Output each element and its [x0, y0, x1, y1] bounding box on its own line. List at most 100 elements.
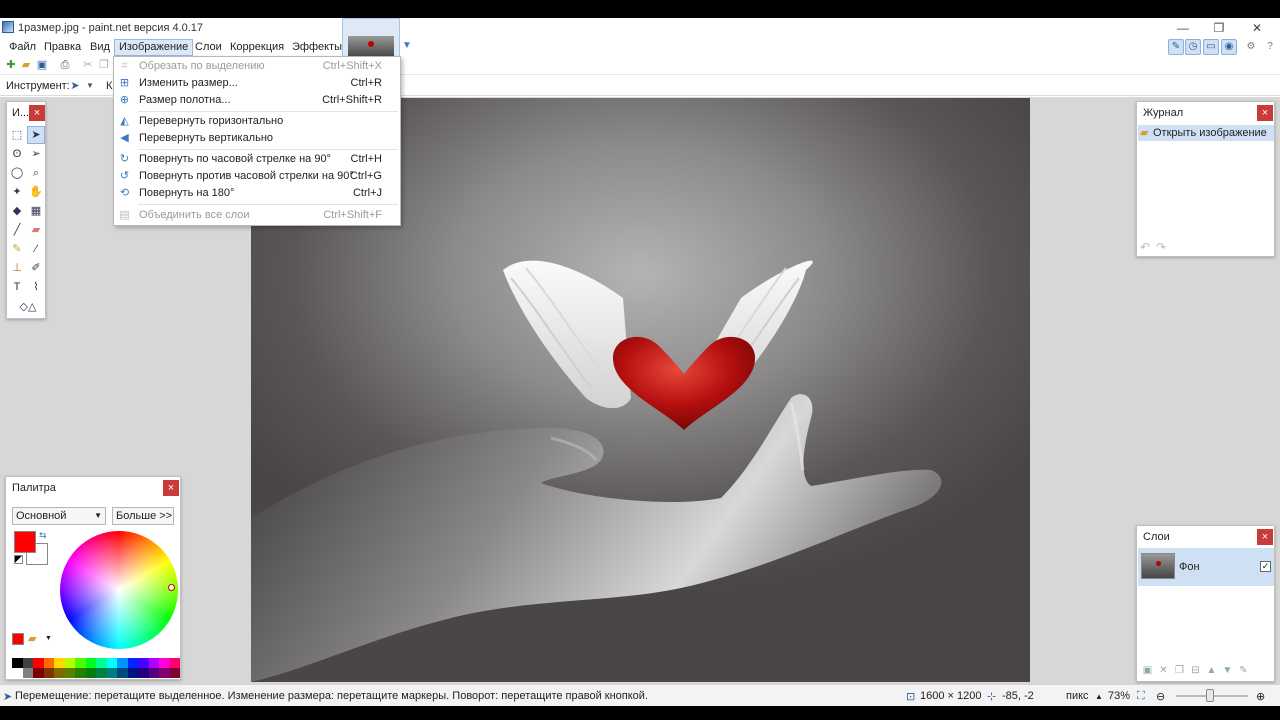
move-selection-tool-icon[interactable]: ➤	[68, 79, 82, 93]
history-window-icon[interactable]: ◷	[1185, 39, 1201, 55]
menu-item-flatten[interactable]: ▤ Объединить все слои Ctrl+Shift+F	[114, 207, 400, 224]
menu-effects[interactable]: Эффекты	[288, 39, 346, 56]
menu-item-rotate-cw[interactable]: ↻ Повернуть по часовой стрелке на 90° Ct…	[114, 151, 400, 168]
resize-icon: ⊞	[119, 77, 130, 89]
color-swatch-strip[interactable]	[12, 658, 180, 678]
paint-net-window: 1размер.jpg - paint.net версия 4.0.17 — …	[0, 18, 1280, 706]
add-layer-icon[interactable]: ▣	[1141, 664, 1154, 677]
zoom-level[interactable]: 73%	[1108, 690, 1130, 702]
tools-panel-close-icon[interactable]: ×	[29, 105, 45, 121]
move-selection-tool-icon[interactable]: ➢	[27, 145, 45, 163]
color-wheel[interactable]	[60, 531, 178, 649]
pencil-tool-icon[interactable]: ✎	[8, 240, 26, 258]
history-item[interactable]: ▰ Открыть изображение	[1138, 125, 1274, 141]
menu-separator	[138, 111, 398, 112]
recolor-tool-icon[interactable]: ✐	[27, 259, 45, 277]
shapes-tool-icon[interactable]: ◇△	[16, 298, 40, 316]
merge-layer-icon[interactable]: ⊟	[1189, 664, 1202, 677]
clone-stamp-tool-icon[interactable]: ⊥	[8, 259, 26, 277]
menu-item-canvas-size[interactable]: ⊕ Размер полотна... Ctrl+Shift+R	[114, 92, 400, 109]
primary-color-swatch[interactable]	[14, 531, 36, 553]
move-selected-tool-icon[interactable]: ➤	[27, 126, 45, 144]
zoom-to-window-icon[interactable]: ⛶	[1137, 690, 1145, 703]
primary-color-mini-icon[interactable]	[12, 633, 24, 645]
palette-menu-icon[interactable]: ▰	[28, 632, 36, 645]
lasso-tool-icon[interactable]: ʘ	[8, 145, 26, 163]
help-icon[interactable]: ?	[1262, 39, 1278, 55]
menu-view[interactable]: Вид	[86, 39, 114, 56]
cut-icon[interactable]: ✂	[81, 58, 95, 72]
menu-item-label: Размер полотна...	[139, 94, 231, 106]
menu-file[interactable]: Файл	[5, 39, 40, 56]
layers-panel-close-icon[interactable]: ×	[1257, 529, 1273, 545]
reset-colors-icon[interactable]	[14, 555, 23, 564]
move-layer-up-icon[interactable]: ▲	[1205, 664, 1218, 677]
menu-image[interactable]: Изображение	[114, 39, 194, 56]
open-file-icon[interactable]: ▰	[19, 58, 33, 72]
zoom-slider-thumb[interactable]	[1206, 689, 1214, 702]
layer-row[interactable]: Фон ✓	[1138, 548, 1274, 586]
menu-item-label: Обрезать по выделению	[139, 60, 265, 72]
menu-adjustments[interactable]: Коррекция	[226, 39, 288, 56]
swap-colors-icon[interactable]: ⇆	[39, 530, 47, 541]
menu-item-flip-vertical[interactable]: ◀ Перевернуть вертикально	[114, 130, 400, 147]
settings-gear-icon[interactable]: ⚙	[1243, 39, 1259, 55]
layer-visibility-checkbox[interactable]: ✓	[1260, 561, 1271, 572]
menu-item-flip-horizontal[interactable]: ◭ Перевернуть горизонтально	[114, 113, 400, 130]
menu-item-crop-to-selection[interactable]: ⌗ Обрезать по выделению Ctrl+Shift+X	[114, 58, 400, 75]
colors-window-icon[interactable]: ◉	[1221, 39, 1237, 55]
redo-icon[interactable]: ↷	[1156, 240, 1166, 254]
menu-item-rotate-ccw[interactable]: ↺ Повернуть против часовой стрелки на 90…	[114, 168, 400, 185]
rectangle-select-tool-icon[interactable]: ⬚	[8, 126, 26, 144]
close-button[interactable]: ✕	[1238, 18, 1276, 38]
zoom-out-icon[interactable]: ⊖	[1156, 690, 1165, 703]
text-tool-icon[interactable]: T	[8, 278, 26, 296]
line-curve-tool-icon[interactable]: ⌇	[27, 278, 45, 296]
palette-panel-title: Палитра	[12, 482, 56, 494]
history-panel-close-icon[interactable]: ×	[1257, 105, 1273, 121]
history-item-label: Открыть изображение	[1153, 127, 1267, 139]
save-icon[interactable]: ▣	[35, 58, 49, 72]
undo-icon[interactable]: ↶	[1140, 240, 1150, 254]
palette-mode-select[interactable]: Основной ▼	[12, 507, 106, 525]
print-icon[interactable]: ⎙	[58, 58, 72, 72]
menu-edit[interactable]: Правка	[40, 39, 85, 56]
tool-dropdown-chevron-icon[interactable]: ▼	[83, 79, 97, 93]
tab-list-chevron-icon[interactable]: ▼	[402, 40, 412, 51]
image-menu-dropdown: ⌗ Обрезать по выделению Ctrl+Shift+X ⊞ И…	[113, 56, 401, 226]
duplicate-layer-icon[interactable]: ❐	[1173, 664, 1186, 677]
maximize-button[interactable]: ❐	[1200, 18, 1238, 38]
magic-wand-tool-icon[interactable]: ✦	[8, 183, 26, 201]
zoom-in-icon[interactable]: ⊕	[1256, 690, 1265, 703]
image-tab[interactable]	[342, 18, 400, 58]
palette-dropdown-chevron-icon[interactable]: ▼	[45, 635, 52, 642]
paintbrush-tool-icon[interactable]: ╱	[8, 221, 26, 239]
units-dropdown-chevron-icon[interactable]: ▲	[1095, 692, 1103, 701]
gradient-tool-icon[interactable]: ▦	[27, 202, 45, 220]
paint-bucket-tool-icon[interactable]: ◆	[8, 202, 26, 220]
units-selector[interactable]: пикс	[1066, 690, 1089, 702]
minimize-button[interactable]: —	[1164, 18, 1202, 38]
menu-layers[interactable]: Слои	[191, 39, 226, 56]
color-picker-tool-icon[interactable]: ⁄	[27, 240, 45, 258]
menu-item-shortcut: Ctrl+Shift+X	[322, 60, 382, 72]
palette-panel-close-icon[interactable]: ×	[163, 480, 179, 496]
zoom-tool-icon[interactable]: ⌕	[27, 164, 45, 182]
tool-label: Инструмент:	[6, 80, 70, 92]
layers-window-icon[interactable]: ▭	[1203, 39, 1219, 55]
ellipse-select-tool-icon[interactable]: ◯	[8, 164, 26, 182]
delete-layer-icon[interactable]: ✕	[1157, 664, 1170, 677]
eraser-tool-icon[interactable]: ▰	[27, 221, 45, 239]
color-wheel-marker[interactable]	[168, 584, 175, 591]
layer-properties-icon[interactable]: ✎	[1237, 664, 1250, 677]
layers-panel-title: Слои	[1143, 531, 1170, 543]
more-colors-button[interactable]: Больше >>	[112, 507, 174, 525]
menu-item-resize[interactable]: ⊞ Изменить размер... Ctrl+R	[114, 75, 400, 92]
menu-item-rotate-180[interactable]: ⟲ Повернуть на 180° Ctrl+J	[114, 185, 400, 202]
copy-icon[interactable]: ❐	[97, 58, 111, 72]
tools-window-icon[interactable]: ✎	[1168, 39, 1184, 55]
new-file-icon[interactable]: ✚	[4, 58, 18, 72]
move-layer-down-icon[interactable]: ▼	[1221, 664, 1234, 677]
rotate-cw-icon: ↻	[119, 153, 130, 165]
pan-tool-icon[interactable]: ✋	[27, 183, 45, 201]
